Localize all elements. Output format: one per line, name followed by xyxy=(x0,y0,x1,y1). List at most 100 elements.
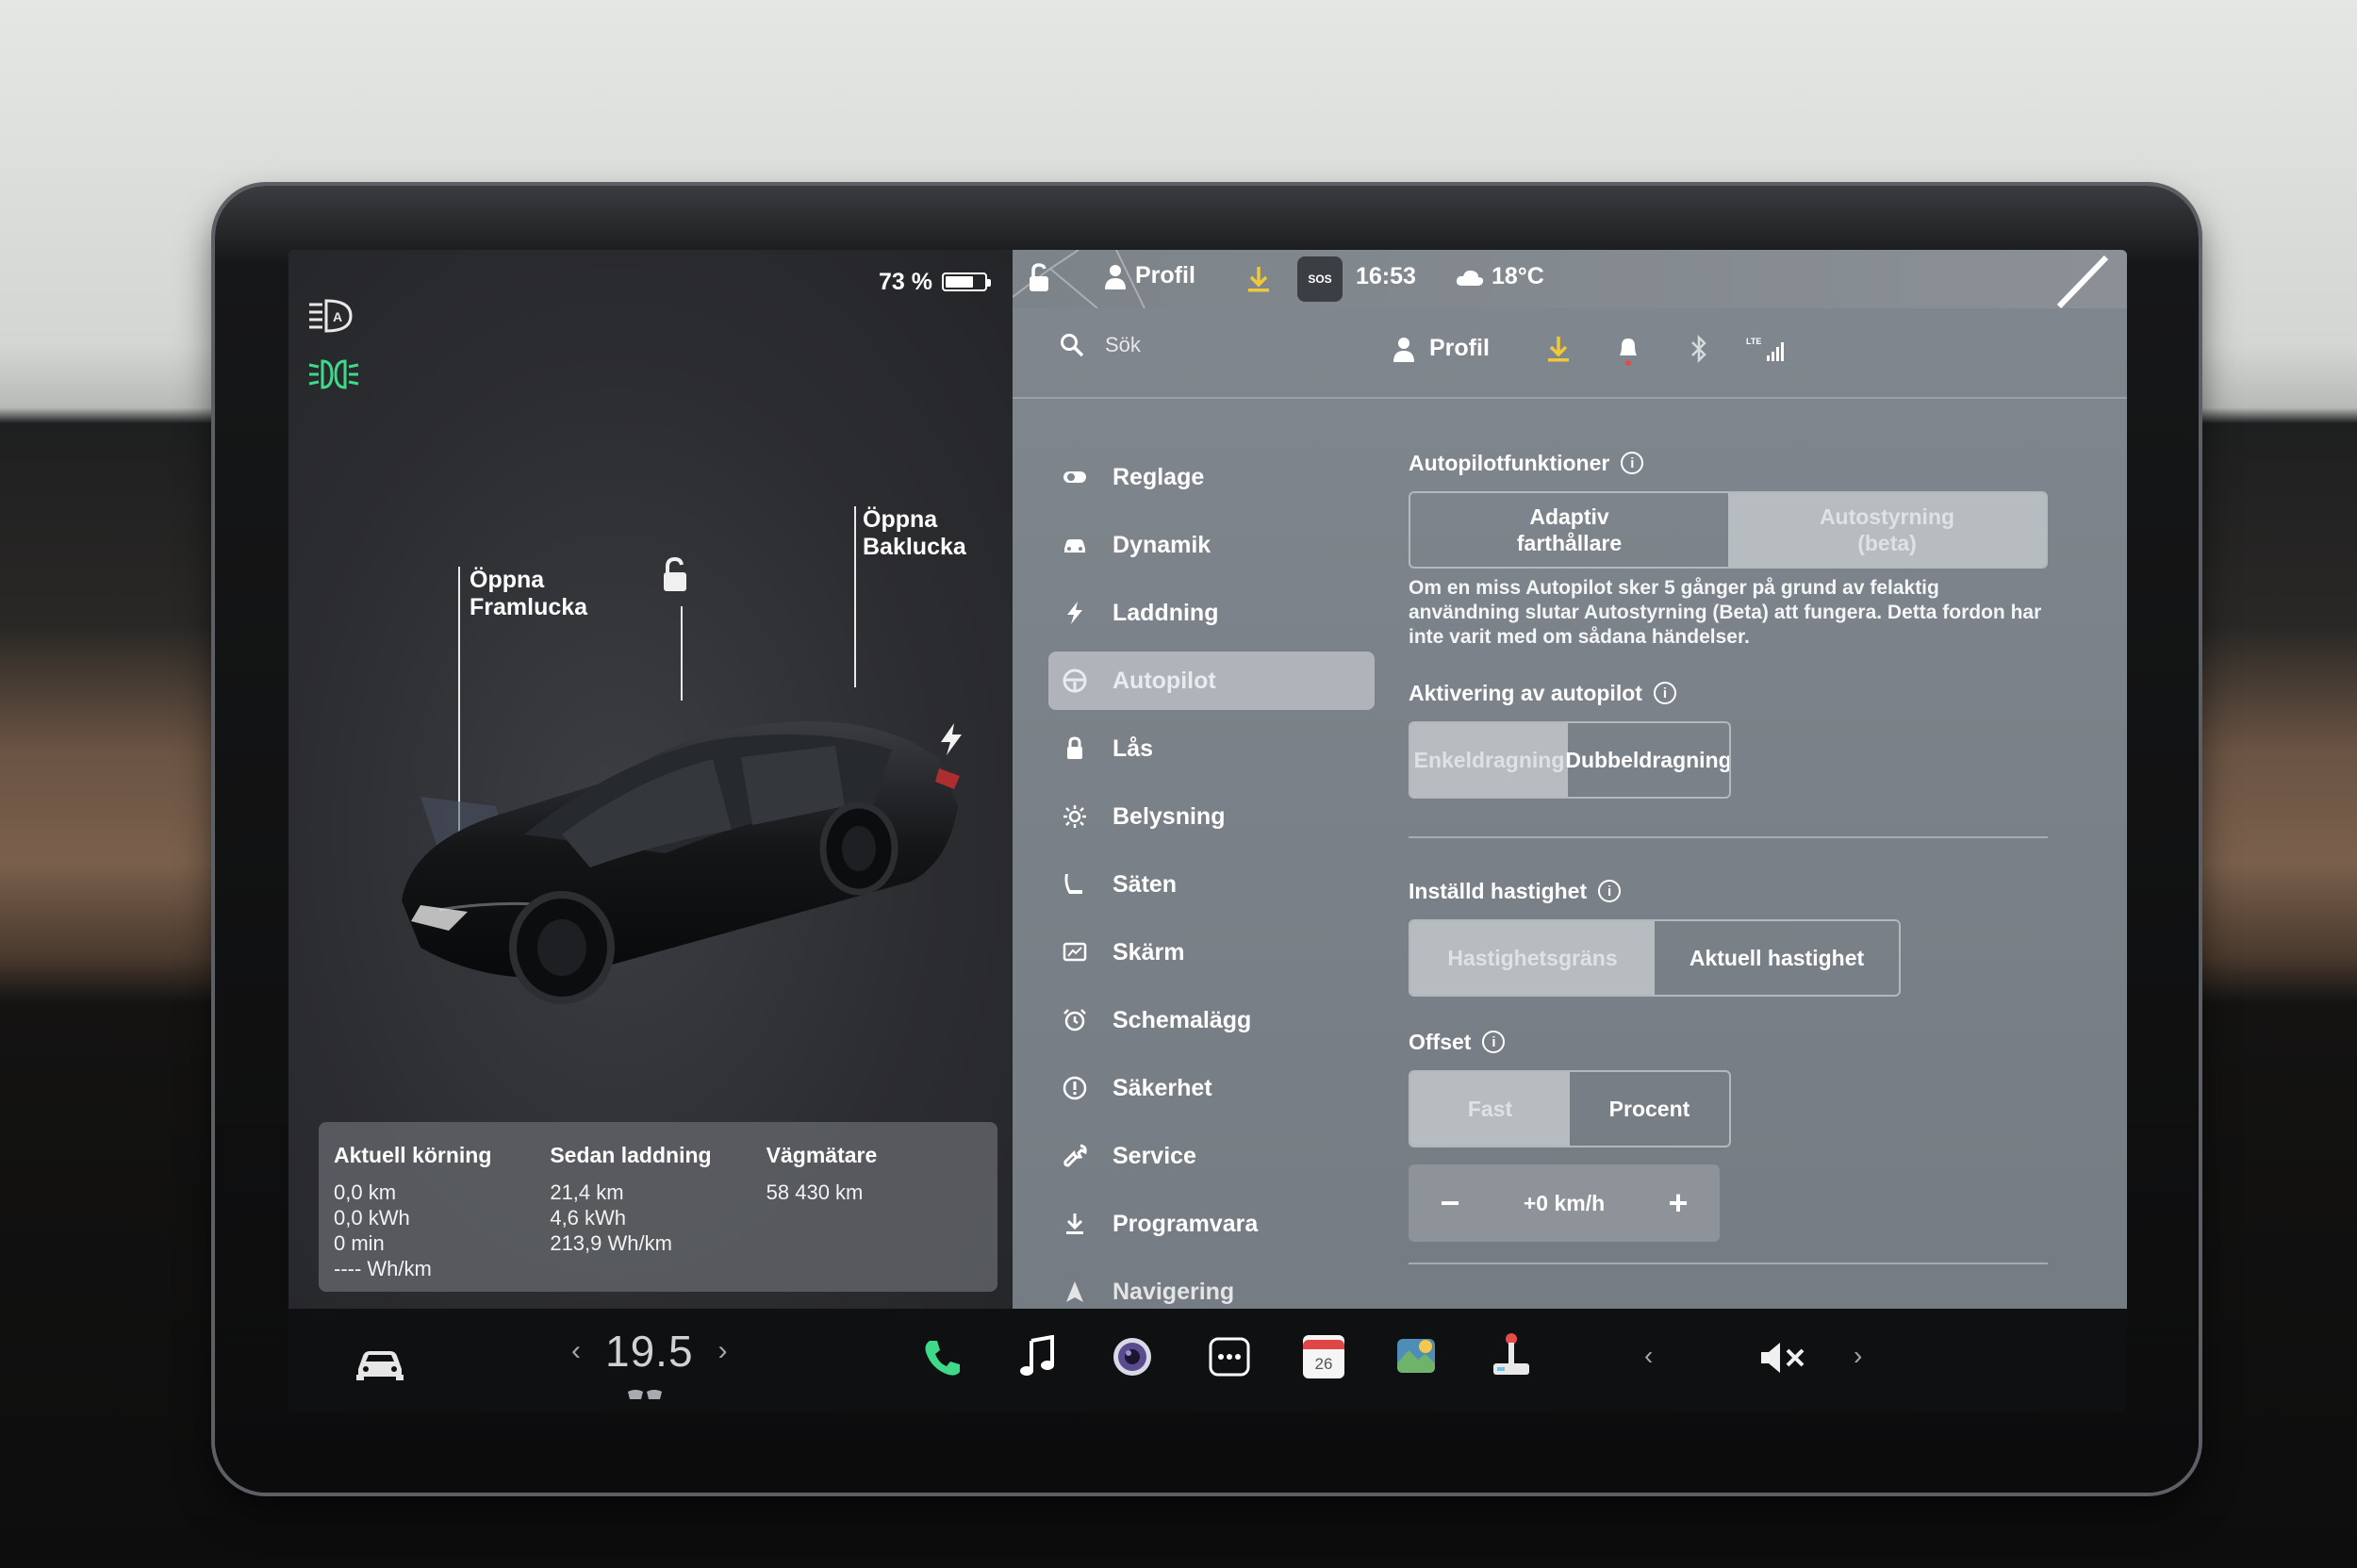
increase-offset-button[interactable]: + xyxy=(1659,1183,1697,1223)
menu-item-las[interactable]: Lås xyxy=(1048,719,1375,778)
current-drive-stats: Aktuell körning 0,0 km 0,0 kWh 0 min ---… xyxy=(334,1143,550,1280)
option-label-line1: Adaptiv xyxy=(1529,504,1609,529)
joystick-icon[interactable] xyxy=(1492,1331,1531,1378)
current-speed-option[interactable]: Aktuell hastighet xyxy=(1655,921,1899,995)
menu-item-sakerhet[interactable]: Säkerhet xyxy=(1048,1059,1375,1117)
menu-item-belysning[interactable]: Belysning xyxy=(1048,787,1375,846)
search-input[interactable]: Sök xyxy=(1105,333,1141,357)
autopilot-strikes-description: Om en miss Autopilot sker 5 gånger på gr… xyxy=(1409,577,2042,648)
bluetooth-icon[interactable] xyxy=(1689,335,1708,363)
current-drive-distance: 0,0 km xyxy=(334,1180,397,1204)
camera-icon[interactable] xyxy=(1111,1335,1154,1378)
display-icon xyxy=(1063,942,1087,962)
option-label-line1: Autostyrning xyxy=(1819,504,1955,529)
sos-button[interactable]: SOS xyxy=(1297,256,1343,302)
set-speed-title: Inställd hastighet i xyxy=(1409,876,2050,906)
music-note-icon[interactable] xyxy=(1018,1335,1056,1378)
current-drive-energy: 0,0 kWh xyxy=(334,1206,410,1230)
search-box[interactable]: Sök xyxy=(1060,333,1141,357)
menu-item-label: Säkerhet xyxy=(1113,1074,1212,1101)
settings-header: Sök Profil LTE xyxy=(1013,308,2127,399)
open-trunk-button[interactable]: Öppna Baklucka xyxy=(863,506,966,561)
parking-lights-icon[interactable] xyxy=(307,355,360,393)
option-label-line2: (beta) xyxy=(1857,531,1917,555)
menu-item-label: Säten xyxy=(1113,870,1178,898)
open-frunk-button[interactable]: Öppna Framlucka xyxy=(470,567,587,621)
menu-item-label: Navigering xyxy=(1113,1278,1235,1305)
adaptive-cruise-option[interactable]: Adaptiv farthållare xyxy=(1410,493,1728,567)
menu-item-saten[interactable]: Säten xyxy=(1048,855,1375,914)
menu-item-laddning[interactable]: Laddning xyxy=(1048,584,1375,642)
double-pull-option[interactable]: Dubbeldragning xyxy=(1565,723,1729,797)
since-charge-stats: Sedan laddning 21,4 km 4,6 kWh 213,9 Wh/… xyxy=(550,1143,766,1271)
search-icon xyxy=(1061,334,1084,357)
menu-item-programvara[interactable]: Programvara xyxy=(1048,1195,1375,1253)
menu-item-dynamik[interactable]: Dynamik xyxy=(1048,516,1375,574)
menu-item-reglage[interactable]: Reglage xyxy=(1048,448,1375,506)
trunk-label-line2: Baklucka xyxy=(863,534,966,560)
fixed-offset-option[interactable]: Fast xyxy=(1410,1072,1570,1146)
person-icon xyxy=(1105,264,1126,289)
menu-item-label: Reglage xyxy=(1113,463,1205,490)
cabin-temperature[interactable]: 19.5 xyxy=(605,1326,694,1377)
more-apps-icon[interactable] xyxy=(1209,1337,1250,1377)
outside-temperature: 18°C xyxy=(1492,263,1544,289)
trunk-callout-line xyxy=(854,506,856,687)
header-profile-button[interactable]: Profil xyxy=(1392,335,1490,362)
lock-icon xyxy=(1067,736,1082,759)
menu-item-autopilot[interactable]: Autopilot xyxy=(1048,652,1375,710)
seat-icon xyxy=(1064,874,1082,894)
menu-item-label: Belysning xyxy=(1113,802,1226,830)
auto-high-beam-icon[interactable]: A xyxy=(307,297,360,335)
menu-item-schemalagg[interactable]: Schemalägg xyxy=(1048,991,1375,1049)
vehicle-illustration xyxy=(402,721,960,1004)
alert-circle-icon xyxy=(1063,1076,1087,1100)
person-icon xyxy=(1393,337,1414,362)
offset-title: Offset i xyxy=(1409,1027,2050,1057)
car-controls-icon[interactable] xyxy=(354,1345,405,1382)
media-next-chevron[interactable]: › xyxy=(1854,1341,1862,1371)
status-profile[interactable]: Profil xyxy=(1103,262,1195,289)
phone-icon[interactable] xyxy=(922,1337,964,1378)
climate-control: ‹ 19.5 › xyxy=(571,1326,728,1377)
header-profile-label: Profil xyxy=(1429,335,1490,361)
download-icon[interactable] xyxy=(1246,265,1271,293)
battery-percent: 73 % xyxy=(879,268,932,295)
status-bar: Profil SOS 16:53 18°C xyxy=(1013,250,2127,308)
current-drive-title: Aktuell körning xyxy=(334,1143,492,1167)
temperature-down-chevron[interactable]: ‹ xyxy=(571,1335,581,1367)
battery-fill xyxy=(945,276,974,288)
info-icon[interactable]: i xyxy=(1598,880,1622,902)
info-icon[interactable]: i xyxy=(1653,682,1676,704)
speed-limit-option[interactable]: Hastighetsgräns xyxy=(1410,921,1655,995)
map-corner-decoration xyxy=(2056,256,2109,308)
calendar-app-button[interactable]: 26 xyxy=(1303,1335,1344,1378)
percent-offset-option[interactable]: Procent xyxy=(1570,1072,1729,1146)
lock-status[interactable] xyxy=(1026,263,1054,293)
toggle-icon xyxy=(1063,471,1086,483)
unlocked-padlock-icon[interactable] xyxy=(658,557,692,595)
volume-muted-icon[interactable] xyxy=(1759,1341,1806,1375)
set-speed-selector: Hastighetsgräns Aktuell hastighet xyxy=(1409,919,1901,997)
software-download-icon[interactable] xyxy=(1546,335,1571,363)
unlocked-status-icon xyxy=(1030,263,1048,291)
autosteer-beta-option[interactable]: Autostyrning (beta) xyxy=(1728,493,2046,567)
single-pull-option[interactable]: Enkeldragning xyxy=(1410,723,1568,797)
seat-heater-icon[interactable] xyxy=(624,1388,666,1403)
odometer-stats: Vägmätare 58 430 km xyxy=(766,1143,982,1271)
decrease-offset-button[interactable]: − xyxy=(1431,1183,1469,1223)
offset-value: +0 km/h xyxy=(1523,1190,1606,1215)
menu-item-service[interactable]: Service xyxy=(1048,1127,1375,1185)
info-icon[interactable]: i xyxy=(1621,452,1644,474)
frunk-label-line2: Framlucka xyxy=(470,594,588,620)
menu-item-label: Dynamik xyxy=(1113,531,1211,558)
clock: 16:53 xyxy=(1356,263,1416,290)
info-icon[interactable]: i xyxy=(1482,1031,1506,1053)
notification-bell-icon[interactable] xyxy=(1616,335,1640,367)
menu-item-skarm[interactable]: Skärm xyxy=(1048,923,1375,982)
temperature-up-chevron[interactable]: › xyxy=(718,1335,728,1367)
trip-stats-card[interactable]: Aktuell körning 0,0 km 0,0 kWh 0 min ---… xyxy=(319,1122,997,1292)
car-panel: A 73 % Öppna Framlucka Öppna Baklucka Ak… xyxy=(288,250,1013,1309)
media-prev-chevron[interactable]: ‹ xyxy=(1644,1341,1653,1371)
toybox-icon[interactable] xyxy=(1395,1333,1439,1377)
